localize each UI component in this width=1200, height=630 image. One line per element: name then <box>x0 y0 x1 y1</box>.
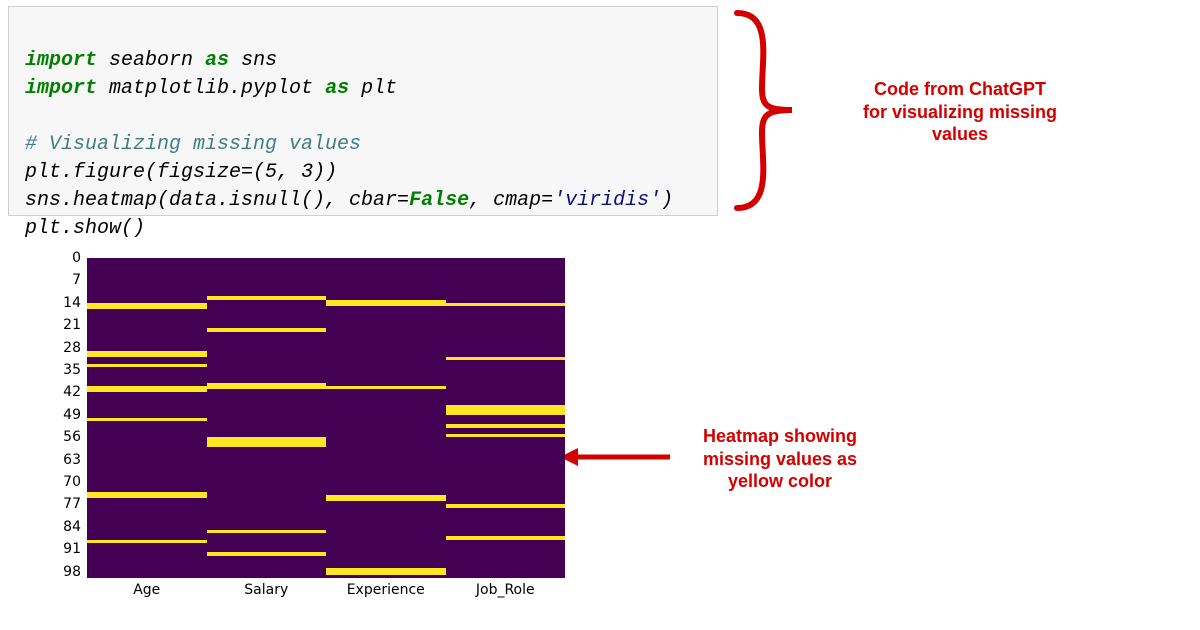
heatmap-missing-cell <box>207 552 327 555</box>
y-tick-label: 49 <box>63 407 81 423</box>
heatmap-missing-cell <box>446 303 566 306</box>
code-string: 'viridis' <box>553 189 661 212</box>
kw-import: import <box>25 49 97 72</box>
heatmap-missing-cell <box>87 364 207 367</box>
y-tick-label: 77 <box>63 496 81 512</box>
heatmap-missing-cell <box>326 572 446 575</box>
kw-as: as <box>325 77 349 100</box>
heatmap-missing-cell <box>446 412 566 415</box>
y-tick-label: 84 <box>63 519 81 535</box>
heatmap-missing-cell <box>446 434 566 437</box>
heatmap-missing-cell <box>87 540 207 543</box>
x-tick-label: Experience <box>347 582 425 598</box>
x-axis: Age Salary Experience Job_Role <box>87 580 565 606</box>
heatmap-missing-cell <box>207 328 327 331</box>
y-tick-label: 63 <box>63 452 81 468</box>
y-tick-label: 35 <box>63 362 81 378</box>
code-comment: # Visualizing missing values <box>25 133 361 156</box>
heatmap-missing-cell <box>87 389 207 392</box>
heatmap-missing-cell <box>326 386 446 389</box>
kw-as: as <box>205 49 229 72</box>
code-text: sns <box>229 49 277 72</box>
heatmap-missing-cell <box>207 530 327 533</box>
y-tick-label: 0 <box>72 250 81 266</box>
heatmap-missing-cell <box>326 498 446 501</box>
y-axis: 0714212835424956637077849198 <box>45 258 83 578</box>
heatmap-body <box>87 258 565 578</box>
code-text: ) <box>661 189 673 212</box>
curly-brace-icon <box>732 8 812 213</box>
y-tick-label: 21 <box>63 317 81 333</box>
code-text: plt.show() <box>25 217 145 240</box>
heatmap-missing-cell <box>446 536 566 539</box>
heatmap-missing-cell <box>207 296 327 299</box>
annotation-code: Code from ChatGPTfor visualizing missing… <box>835 78 1085 146</box>
y-tick-label: 28 <box>63 340 81 356</box>
y-tick-label: 98 <box>63 564 81 580</box>
heatmap-plot: 0714212835424956637077849198 AgeSalaryEx… <box>45 258 575 626</box>
code-text: )) <box>313 161 337 184</box>
heatmap-missing-cell <box>87 354 207 357</box>
code-block: import seaborn as sns import matplotlib.… <box>8 6 718 216</box>
y-tick-label: 70 <box>63 474 81 490</box>
code-text: , <box>277 161 301 184</box>
code-text: 5 <box>265 161 277 184</box>
heatmap-missing-cell <box>446 357 566 360</box>
code-text: matplotlib.pyplot <box>97 77 325 100</box>
y-tick-label: 56 <box>63 429 81 445</box>
code-text: , cmap= <box>469 189 553 212</box>
y-tick-label: 42 <box>63 384 81 400</box>
code-text: seaborn <box>97 49 205 72</box>
code-text: plt <box>349 77 397 100</box>
code-text: sns.heatmap(data.isnull(), cbar= <box>25 189 409 212</box>
code-text: plt.figure(figsize=( <box>25 161 265 184</box>
heatmap-missing-cell <box>87 495 207 498</box>
annotation-heatmap: Heatmap showingmissing values asyellow c… <box>680 425 880 493</box>
kw-import: import <box>25 77 97 100</box>
heatmap-missing-cell <box>207 444 327 447</box>
x-tick-label: Job_Role <box>476 582 535 598</box>
heatmap-missing-cell <box>87 418 207 421</box>
y-tick-label: 91 <box>63 541 81 557</box>
arrow-left-icon <box>560 445 670 469</box>
heatmap-missing-cell <box>326 303 446 306</box>
x-tick-label: Age <box>133 582 160 598</box>
heatmap-missing-cell <box>207 386 327 389</box>
y-tick-label: 7 <box>72 272 81 288</box>
heatmap-missing-cell <box>446 504 566 507</box>
code-text: 3 <box>301 161 313 184</box>
code-builtin: False <box>409 189 469 212</box>
x-tick-label: Salary <box>244 582 288 598</box>
y-tick-label: 14 <box>63 295 81 311</box>
heatmap-missing-cell <box>446 424 566 427</box>
heatmap-missing-cell <box>87 306 207 309</box>
